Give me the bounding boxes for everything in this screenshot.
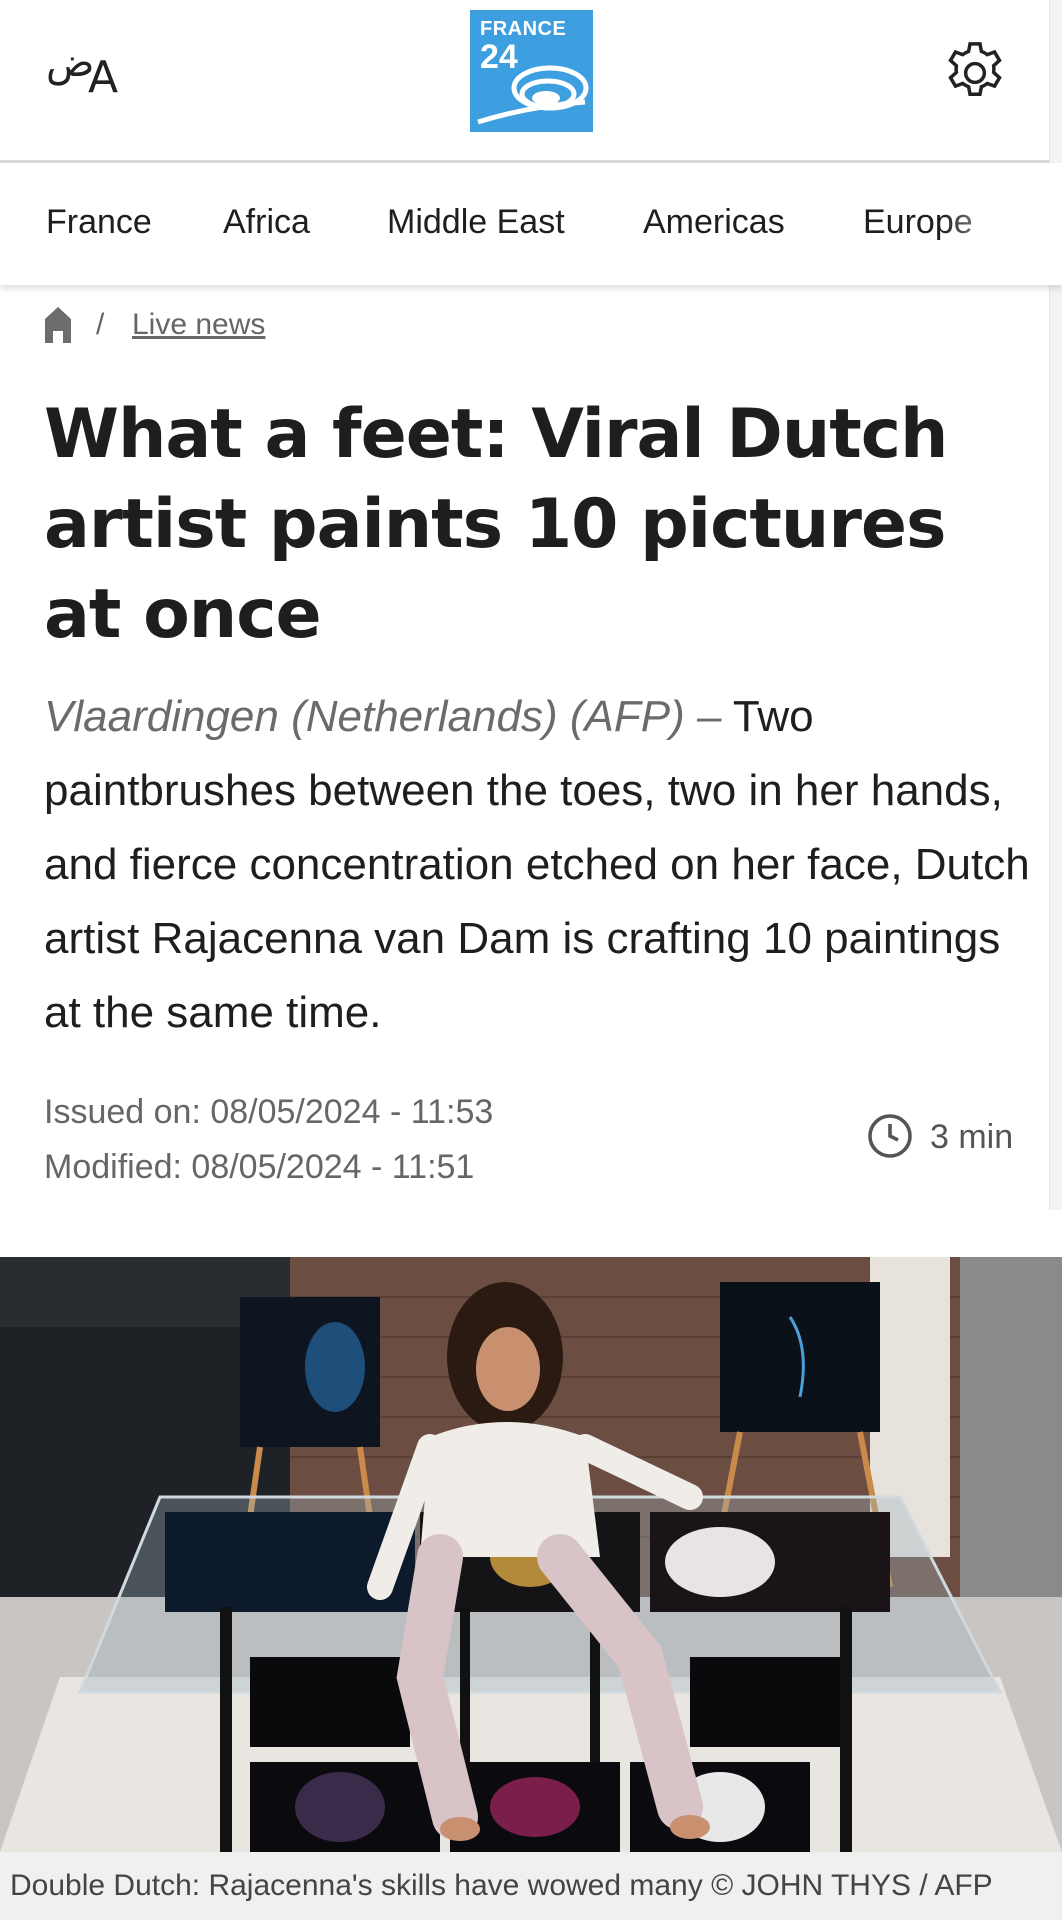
photo-caption-bar: Double Dutch: Rajacenna's skills have wo… <box>0 1852 1062 1920</box>
clock-icon <box>868 1114 912 1158</box>
settings-button[interactable] <box>940 38 1010 108</box>
top-bar: ض A FRANCE 24 <box>0 0 1062 163</box>
section-nav: France Africa Middle East Americas Europ… <box>0 163 1062 285</box>
issued-date: Issued on: 08/05/2024 - 11:53 <box>44 1093 494 1131</box>
nav-item-americas[interactable]: Americas <box>643 203 785 242</box>
language-switch-button[interactable]: ض A <box>44 40 134 110</box>
breadcrumb-link-live-news[interactable]: Live news <box>132 308 265 342</box>
article-lead-text: Two paintbrushes between the toes, two i… <box>44 692 1030 1037</box>
logo-text-24: 24 <box>480 38 518 76</box>
france24-logo[interactable]: FRANCE 24 <box>470 10 593 132</box>
nav-item-middle-east[interactable]: Middle East <box>387 203 565 242</box>
modified-date: Modified: 08/05/2024 - 11:51 <box>44 1148 475 1186</box>
article-lead: Vlaardingen (Netherlands) (AFP) – Two pa… <box>44 680 1034 1050</box>
nav-item-france[interactable]: France <box>46 203 152 242</box>
latin-letter: A <box>88 52 119 103</box>
article-title: What a feet: Viral Dutch artist paints 1… <box>44 395 948 654</box>
nav-item-africa[interactable]: Africa <box>223 203 310 242</box>
photo-caption: Double Dutch: Rajacenna's skills have wo… <box>10 1869 993 1902</box>
read-time-label: 3 min <box>930 1118 1014 1156</box>
nav-fade-overlay <box>942 163 1062 285</box>
gear-icon <box>948 42 1002 97</box>
article-photo[interactable] <box>0 1257 1062 1852</box>
article-meta: Issued on: 08/05/2024 - 11:53 Modified: … <box>44 1085 493 1195</box>
article-dateline: Vlaardingen (Netherlands) (AFP) – <box>44 692 722 741</box>
breadcrumb-separator: / <box>96 308 105 341</box>
home-icon[interactable] <box>44 305 72 343</box>
artist-painting-illustration <box>0 1257 1062 1852</box>
